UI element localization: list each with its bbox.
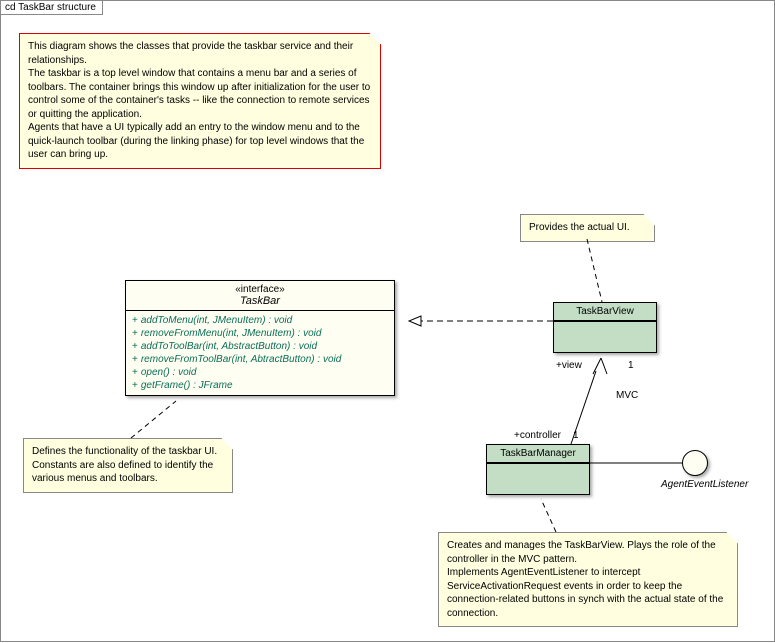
class-name-view: TaskBarView	[558, 306, 652, 317]
frame-title: cd TaskBar structure	[0, 0, 103, 15]
op: addToMenu(int, JMenuItem) : void	[141, 315, 292, 326]
role-controller: +controller	[514, 430, 561, 441]
note-main: This diagram shows the classes that prov…	[19, 33, 381, 169]
class-taskbarmanager: TaskBarManager	[486, 444, 590, 495]
note-manager-text: Creates and manages the TaskBarView. Pla…	[447, 539, 729, 620]
op: removeFromToolBar(int, AbtractButton) : …	[141, 354, 341, 365]
note-defines: Defines the functionality of the taskbar…	[23, 438, 233, 493]
note-fold-icon	[643, 214, 655, 226]
class-taskbar-ops: +addToMenu(int, JMenuItem) : void +remov…	[126, 311, 394, 395]
interface-lollipop-agenteventlistener	[682, 450, 708, 476]
class-taskbar: «interface» TaskBar +addToMenu(int, JMen…	[125, 280, 395, 396]
assoc-mvc-label: MVC	[616, 390, 638, 401]
class-taskbar-header: «interface» TaskBar	[126, 281, 394, 311]
role-view: +view	[556, 360, 582, 371]
class-taskbarview-header: TaskBarView	[554, 303, 656, 321]
class-taskbarmanager-header: TaskBarManager	[487, 445, 589, 463]
stereotype-label: «interface»	[130, 284, 390, 295]
op: open() : void	[141, 367, 197, 378]
note-main-text: This diagram shows the classes that prov…	[28, 40, 372, 162]
op: addToToolBar(int, AbstractButton) : void	[141, 341, 317, 352]
op: getFrame() : JFrame	[141, 380, 233, 391]
note-defines-text: Defines the functionality of the taskbar…	[32, 445, 224, 486]
op: removeFromMenu(int, JMenuItem) : void	[141, 328, 322, 339]
class-name-manager: TaskBarManager	[491, 448, 585, 459]
note-manager: Creates and manages the TaskBarView. Pla…	[438, 532, 738, 627]
class-name-taskbar: TaskBar	[130, 295, 390, 307]
class-taskbarview: TaskBarView	[553, 302, 657, 353]
note-provides-ui: Provides the actual UI.	[520, 214, 655, 242]
diagram-canvas: cd TaskBar structure This diagram shows …	[0, 0, 775, 642]
mult-view: 1	[628, 360, 634, 371]
note-provides-ui-text: Provides the actual UI.	[529, 222, 630, 233]
mult-controller: 1	[573, 430, 579, 441]
interface-label-agenteventlistener: AgentEventListener	[661, 479, 748, 490]
